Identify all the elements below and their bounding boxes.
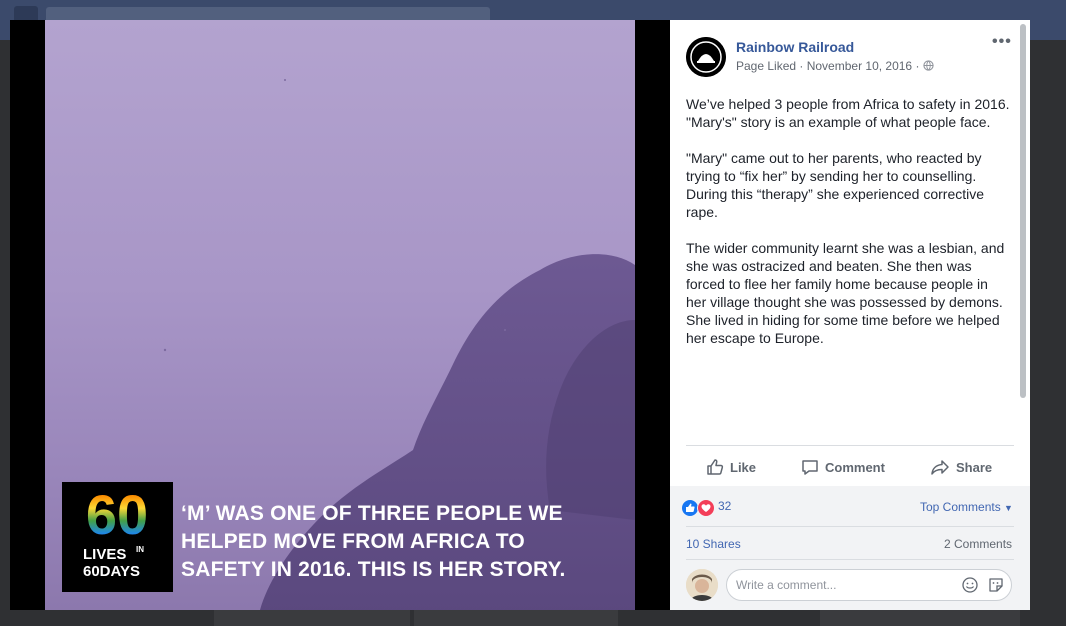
globe-icon[interactable] [923, 60, 934, 71]
caret-down-icon: ▼ [1004, 503, 1013, 513]
sticker-icon[interactable] [987, 576, 1005, 594]
divider [686, 559, 1014, 560]
share-button[interactable]: Share [930, 456, 992, 478]
user-photo-icon [686, 569, 718, 601]
caption-line: ‘M’ WAS ONE OF THREE PEOPLE WE [181, 502, 563, 525]
thumbs-up-icon [707, 459, 724, 475]
rainbow-railroad-logo-icon [686, 37, 726, 77]
comment-icon [802, 460, 818, 475]
post-paragraph: The wider community learnt she was a les… [686, 240, 1005, 346]
caption-line: SAFETY IN 2016. THIS IS HER STORY. [181, 558, 566, 581]
background-thumbnail [214, 608, 410, 626]
logo-in: IN [136, 545, 144, 554]
divider [686, 445, 1014, 446]
post-paragraph: We’ve helped 3 people from Africa to saf… [686, 96, 1010, 130]
shares-link[interactable]: 10 Shares [686, 537, 741, 551]
top-comments-dropdown[interactable]: Top Comments ▼ [920, 500, 1013, 514]
post-meta: Page Liked · November 10, 2016 · [736, 59, 934, 73]
sixty-lives-logo: 60 LIVES IN 60DAYS [62, 482, 173, 592]
logo-line1: LIVES [83, 546, 126, 563]
comments-link[interactable]: 2 Comments [944, 537, 1012, 551]
emoji-icon[interactable] [961, 576, 979, 594]
comment-label: Comment [825, 459, 885, 475]
share-label: Share [956, 459, 993, 475]
top-comments-label: Top Comments [920, 500, 1001, 514]
post-meta-text: Page Liked · November 10, 2016 · [736, 59, 923, 73]
caption-line: HELPED MOVE FROM AFRICA TO [181, 530, 525, 553]
like-label: Like [730, 459, 757, 475]
photo-caption: ‘M’ WAS ONE OF THREE PEOPLE WE HELPED MO… [181, 500, 631, 584]
background-thumbnail [414, 608, 618, 626]
panel-scrollbar[interactable] [1020, 24, 1026, 398]
user-avatar[interactable] [686, 569, 718, 601]
logo-number: 60 [86, 483, 148, 546]
reaction-count[interactable]: 32 [718, 499, 731, 513]
comment-input[interactable] [736, 576, 941, 594]
divider [686, 526, 1014, 527]
page-name-link[interactable]: Rainbow Railroad [736, 39, 854, 55]
comment-box[interactable] [726, 569, 1012, 601]
rainbow-60-icon: 60 LIVES IN 60DAYS [83, 483, 148, 580]
comment-button[interactable]: Comment [801, 456, 885, 478]
love-reaction-icon[interactable] [697, 499, 715, 517]
page-avatar[interactable] [686, 37, 726, 77]
logo-line2: 60DAYS [83, 563, 140, 580]
background-chat-bar [820, 608, 1020, 626]
post-text: We’ve helped 3 people from Africa to saf… [686, 95, 1012, 365]
share-icon [931, 460, 949, 475]
post-paragraph: "Mary" came out to her parents, who reac… [686, 150, 985, 220]
like-button[interactable]: Like [706, 456, 756, 478]
more-options-button[interactable]: ••• [992, 33, 1012, 51]
